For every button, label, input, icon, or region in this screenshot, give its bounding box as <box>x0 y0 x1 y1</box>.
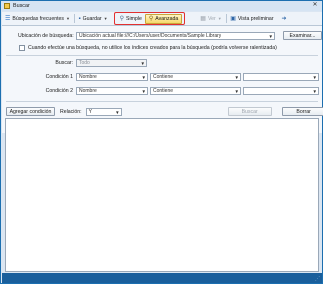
results-area[interactable] <box>5 118 319 272</box>
chevron-down-icon: ▼ <box>312 89 317 94</box>
actions-row: Agregar condición Relación: Y ▼ Buscar B… <box>6 107 323 116</box>
view-label: Ver <box>207 15 216 22</box>
no-index-label: Cuando efectúe una búsqueda, no utilice … <box>28 45 277 51</box>
status-bar: ⋰ <box>2 273 322 283</box>
search-in-dropdown[interactable]: Todo ▼ <box>76 59 147 67</box>
toolbar: ☰ Búsquedas frecuentes ▼ ▪ Guardar ▼ ⚲ S… <box>2 12 322 26</box>
preview-button[interactable]: ▣ Vista preliminar <box>227 14 276 24</box>
chevron-down-icon: ▼ <box>141 89 146 94</box>
condition-row-2: Condición 2 Nombre ▼ Contiene ▼ ▼ <box>39 87 319 95</box>
clear-button[interactable]: Borrar <box>281 107 323 116</box>
magnifier-icon: ⚲ <box>119 15 125 22</box>
toolbar-separator <box>225 14 227 23</box>
save-icon: ▪ <box>78 15 81 22</box>
add-condition-button[interactable]: Agregar condición <box>6 107 55 116</box>
relation-label: Relación: <box>60 108 82 115</box>
view-button[interactable]: ▦ Ver ▼ <box>197 14 224 24</box>
search-location-value: Ubicación actual file:///C:/Users/user/D… <box>79 32 222 39</box>
divider <box>6 101 318 102</box>
chevron-down-icon: ▼ <box>66 16 70 21</box>
toolbar-separator <box>73 14 75 23</box>
simple-mode-button[interactable]: ⚲ Simple <box>117 14 145 24</box>
close-button[interactable]: ✕ <box>310 2 320 9</box>
chevron-down-icon: ▼ <box>234 75 239 80</box>
browse-label: Examinar... <box>289 32 316 39</box>
advanced-mode-label: Avanzada <box>155 15 179 22</box>
condition-label: Condición 2 <box>45 88 73 94</box>
chevron-down-icon: ▼ <box>103 16 108 21</box>
chevron-down-icon: ▼ <box>217 16 222 21</box>
search-in-row: Buscar: Todo ▼ <box>49 59 147 67</box>
pin-button[interactable]: ➜ <box>279 14 292 24</box>
add-condition-label: Agregar condición <box>9 108 52 115</box>
search-button-label: Buscar <box>241 108 258 115</box>
search-in-value: Todo <box>79 60 90 66</box>
no-index-option-row: Cuando efectúe una búsqueda, no utilice … <box>19 45 277 51</box>
chevron-down-icon: ▼ <box>234 89 239 94</box>
search-app-icon <box>4 3 10 9</box>
condition-label: Condición 1 <box>45 74 73 80</box>
condition-field-value: Nombre <box>79 74 97 80</box>
condition-operator-dropdown[interactable]: Contiene ▼ <box>150 73 241 81</box>
condition-field-dropdown[interactable]: Nombre ▼ <box>76 87 148 95</box>
search-location-dropdown[interactable]: Ubicación actual file:///C:/Users/user/D… <box>76 31 275 40</box>
browse-button[interactable]: Examinar... <box>283 31 322 40</box>
save-button[interactable]: ▪ Guardar ▼ <box>75 14 110 24</box>
frequent-searches-label: Búsquedas frecuentes <box>12 15 65 22</box>
condition-operator-value: Contiene <box>153 88 174 94</box>
view-grid-icon: ▦ <box>200 15 206 22</box>
magnifier-plus-icon: ⚲ <box>148 15 154 22</box>
condition-field-dropdown[interactable]: Nombre ▼ <box>76 73 148 81</box>
condition-row-1: Condición 1 Nombre ▼ Contiene ▼ ▼ <box>39 73 319 81</box>
search-mode-group: ⚲ Simple ⚲ Avanzada <box>113 12 186 25</box>
condition-operator-dropdown[interactable]: Contiene ▼ <box>150 87 241 95</box>
search-location-row: Ubicación de búsqueda: Ubicación actual … <box>18 31 322 40</box>
save-label: Guardar <box>82 15 102 22</box>
resize-grip-icon[interactable]: ⋰ <box>315 276 320 282</box>
title-bar: Buscar ✕ <box>1 1 322 11</box>
condition-value-input[interactable]: ▼ <box>243 73 319 81</box>
condition-field-value: Nombre <box>79 88 97 94</box>
window-title: Buscar <box>13 3 30 9</box>
condition-value-input[interactable]: ▼ <box>243 87 319 95</box>
star-list-icon: ☰ <box>5 15 11 22</box>
chevron-down-icon: ▼ <box>140 61 145 66</box>
simple-mode-label: Simple <box>126 15 142 22</box>
relation-dropdown[interactable]: Y ▼ <box>85 107 122 116</box>
search-location-label: Ubicación de búsqueda: <box>18 32 74 39</box>
search-button[interactable]: Buscar <box>227 107 272 116</box>
clear-button-label: Borrar <box>296 108 311 115</box>
preview-pane-icon: ▣ <box>230 15 236 22</box>
advanced-search-panel: Ubicación de búsqueda: Ubicación actual … <box>2 26 323 133</box>
search-window: Buscar ✕ ☰ Búsquedas frecuentes ▼ ▪ Guar… <box>0 0 323 284</box>
frequent-searches-button[interactable]: ☰ Búsquedas frecuentes ▼ <box>2 14 73 24</box>
chevron-down-icon: ▼ <box>115 109 120 115</box>
preview-label: Vista preliminar <box>237 15 274 22</box>
advanced-mode-button[interactable]: ⚲ Avanzada <box>144 13 183 24</box>
chevron-down-icon: ▼ <box>141 75 146 80</box>
divider <box>6 55 318 56</box>
pin-icon: ➜ <box>281 15 287 22</box>
chevron-down-icon: ▼ <box>312 75 317 80</box>
relation-value: Y <box>88 108 92 115</box>
condition-operator-value: Contiene <box>153 74 174 80</box>
no-index-checkbox[interactable] <box>19 45 25 51</box>
chevron-down-icon: ▼ <box>268 33 273 39</box>
search-in-label: Buscar: <box>55 60 73 66</box>
